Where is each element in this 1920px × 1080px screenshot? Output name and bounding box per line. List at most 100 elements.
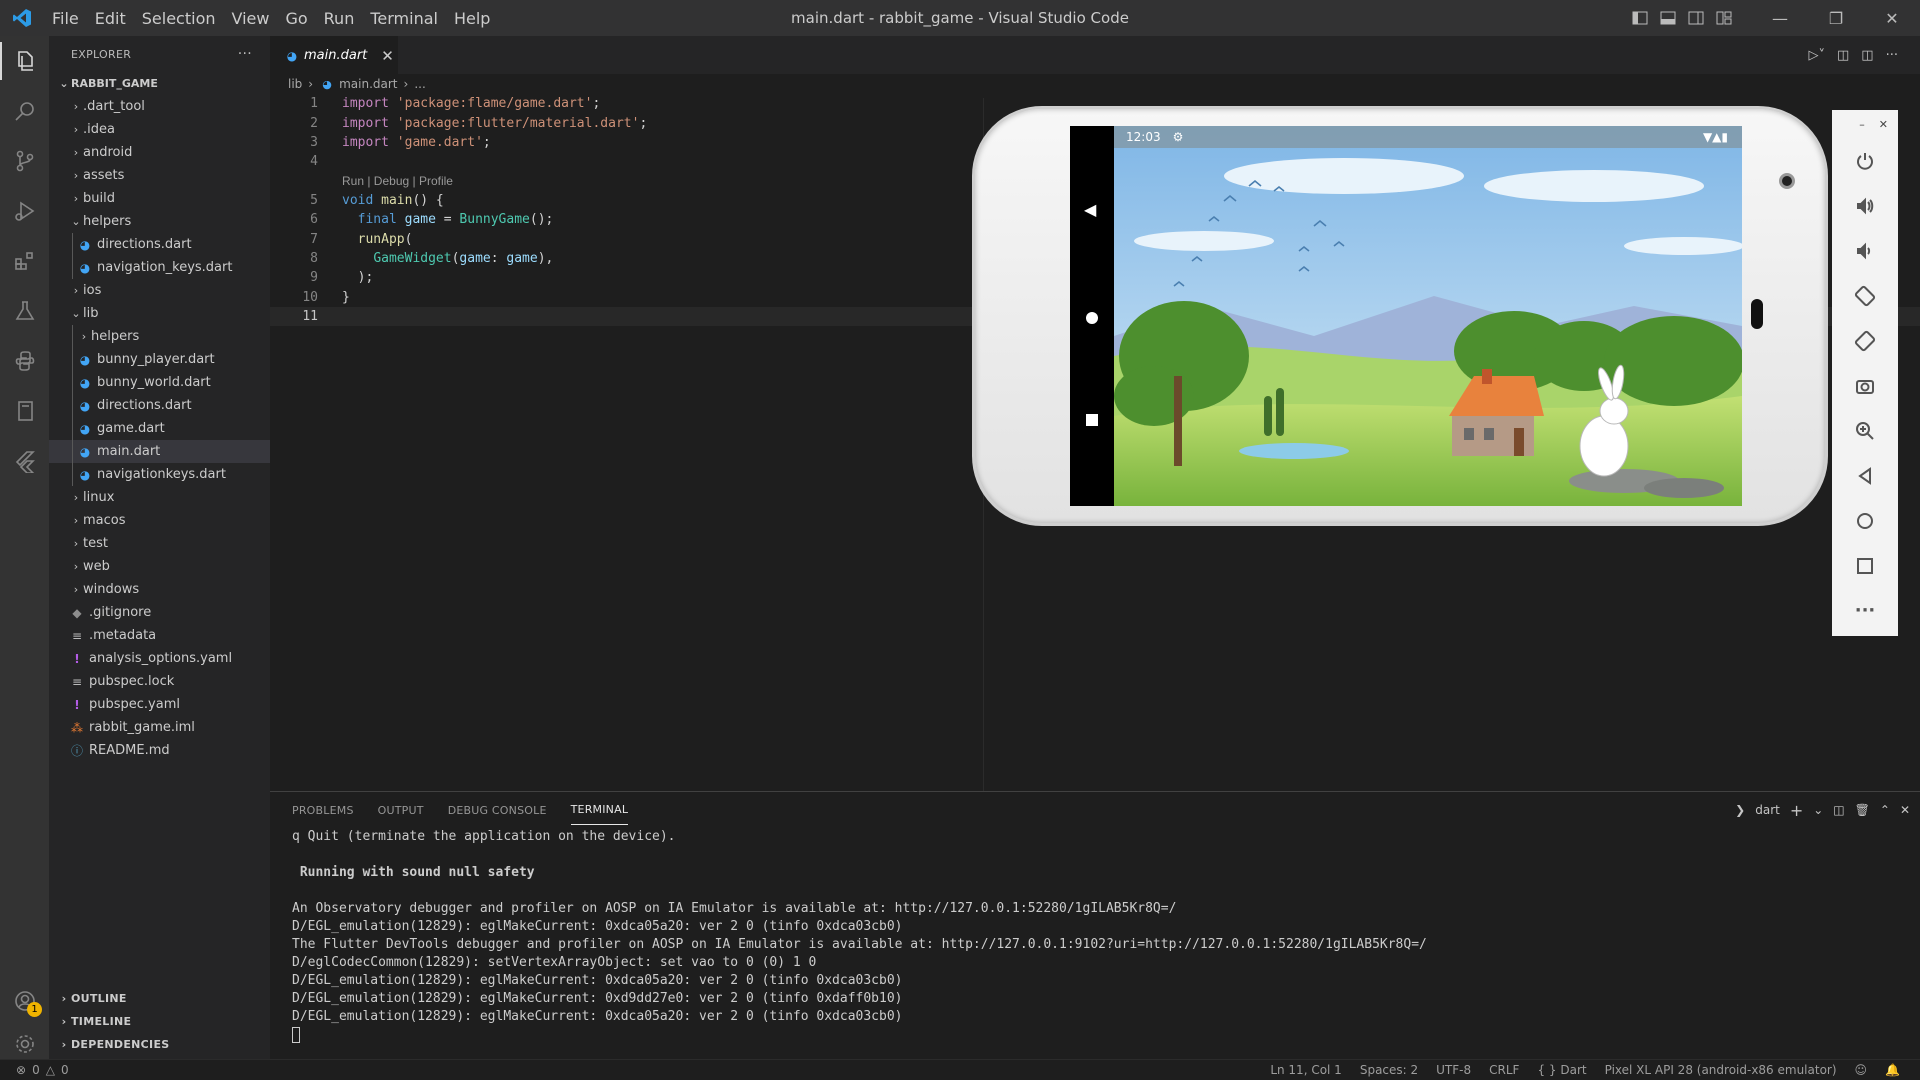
tree-folder[interactable]: › windows: [49, 578, 270, 601]
breadcrumb-lib[interactable]: lib: [288, 77, 302, 91]
tree-file[interactable]: ! analysis_options.yaml: [49, 647, 270, 670]
tree-folder[interactable]: ⌄ helpers: [49, 210, 270, 233]
tab-main-dart[interactable]: ◕ main.dart ✕: [270, 36, 398, 74]
tree-folder[interactable]: ⌄ lib: [49, 302, 270, 325]
menu-file[interactable]: File: [44, 9, 87, 28]
tab-problems[interactable]: PROBLEMS: [292, 796, 354, 825]
tab-output[interactable]: OUTPUT: [378, 796, 424, 825]
device-selector[interactable]: Pixel XL API 28 (android-x86 emulator): [1605, 1063, 1837, 1077]
tree-file[interactable]: ⓘ README.md: [49, 739, 270, 762]
feedback-icon[interactable]: ☺: [1855, 1063, 1868, 1077]
nav-home-icon[interactable]: [1086, 312, 1098, 324]
menu-view[interactable]: View: [224, 9, 278, 28]
rotate-right-icon[interactable]: [1832, 318, 1898, 363]
close-panel-icon[interactable]: ✕: [1900, 803, 1910, 817]
nav-back-icon[interactable]: ◀: [1084, 200, 1096, 219]
chevron-down-icon[interactable]: ⌄: [1813, 803, 1823, 817]
problems-status[interactable]: ⊗ 0 △ 0: [0, 1063, 69, 1077]
tree-folder[interactable]: › test: [49, 532, 270, 555]
run-debug-dropdown-icon[interactable]: ▷˅: [1809, 48, 1826, 63]
breadcrumb-symbol[interactable]: ...: [414, 77, 425, 91]
explorer-icon[interactable]: [0, 36, 49, 86]
game-canvas[interactable]: [1114, 126, 1742, 506]
open-device-icon[interactable]: ◫: [1837, 48, 1849, 63]
camera-icon[interactable]: [1832, 363, 1898, 408]
workspace-root[interactable]: ⌄ RABBIT_GAME: [49, 72, 270, 95]
menu-selection[interactable]: Selection: [134, 9, 224, 28]
menu-terminal[interactable]: Terminal: [362, 9, 446, 28]
emulator-close-icon[interactable]: ✕: [1879, 118, 1888, 131]
emulator-minimize-icon[interactable]: –: [1859, 118, 1865, 131]
encoding[interactable]: UTF-8: [1436, 1063, 1471, 1077]
tree-folder[interactable]: › ios: [49, 279, 270, 302]
zoom-icon[interactable]: [1832, 408, 1898, 453]
tree-folder[interactable]: › build: [49, 187, 270, 210]
volume-down-icon[interactable]: [1832, 228, 1898, 273]
more-actions-icon[interactable]: ···: [1886, 48, 1898, 63]
new-terminal-icon[interactable]: +: [1790, 801, 1803, 820]
breadcrumb-file[interactable]: main.dart: [339, 77, 397, 91]
tree-file[interactable]: ≡ pubspec.lock: [49, 670, 270, 693]
tree-file[interactable]: ≡ .metadata: [49, 624, 270, 647]
power-icon[interactable]: [1832, 138, 1898, 183]
tree-folder[interactable]: › assets: [49, 164, 270, 187]
cursor-position[interactable]: Ln 11, Col 1: [1270, 1063, 1342, 1077]
extensions-icon[interactable]: [0, 236, 49, 286]
section-outline[interactable]: › OUTLINE: [49, 987, 270, 1010]
tree-folder[interactable]: › macos: [49, 509, 270, 532]
trash-icon[interactable]: 🗑: [1855, 803, 1870, 817]
tree-file[interactable]: ◕ bunny_world.dart: [49, 371, 270, 394]
tree-file[interactable]: ◕ main.dart: [49, 440, 270, 463]
menu-help[interactable]: Help: [446, 9, 498, 28]
notebook-icon[interactable]: [0, 386, 49, 436]
section-timeline[interactable]: › TIMELINE: [49, 1010, 270, 1033]
toggle-panel-icon[interactable]: [1654, 0, 1682, 36]
run-debug-icon[interactable]: [0, 186, 49, 236]
split-terminal-icon[interactable]: ◫: [1833, 803, 1844, 817]
split-editor-icon[interactable]: ◫: [1861, 48, 1873, 63]
back-icon[interactable]: [1832, 453, 1898, 498]
terminal-output[interactable]: q Quit (terminate the application on the…: [270, 828, 1920, 1044]
tree-file[interactable]: ◕ navigationkeys.dart: [49, 463, 270, 486]
tree-file[interactable]: ◕ navigation_keys.dart: [49, 256, 270, 279]
emulator-screen[interactable]: 12:03 ⚙ ▼▲▮ ◀: [1070, 126, 1742, 506]
tab-debug-console[interactable]: DEBUG CONSOLE: [448, 796, 547, 825]
language-mode[interactable]: { } Dart: [1537, 1063, 1586, 1077]
testing-icon[interactable]: [0, 286, 49, 336]
notifications-bell-icon[interactable]: 🔔: [1885, 1063, 1900, 1077]
tab-close-icon[interactable]: ✕: [381, 47, 394, 65]
customize-layout-icon[interactable]: [1710, 0, 1738, 36]
maximize-panel-icon[interactable]: ⌃: [1880, 803, 1890, 817]
rotate-left-icon[interactable]: [1832, 273, 1898, 318]
tree-file[interactable]: ◕ game.dart: [49, 417, 270, 440]
tree-file[interactable]: ◕ directions.dart: [49, 233, 270, 256]
tree-folder[interactable]: › helpers: [49, 325, 270, 348]
flutter-icon[interactable]: [0, 436, 49, 486]
tree-folder[interactable]: › android: [49, 141, 270, 164]
menu-edit[interactable]: Edit: [87, 9, 134, 28]
line-endings[interactable]: CRLF: [1489, 1063, 1519, 1077]
section-dependencies[interactable]: › DEPENDENCIES: [49, 1033, 270, 1056]
menu-run[interactable]: Run: [316, 9, 363, 28]
toggle-primary-sidebar-icon[interactable]: [1626, 0, 1654, 36]
source-control-icon[interactable]: [0, 136, 49, 186]
menu-go[interactable]: Go: [277, 9, 315, 28]
more-actions-icon[interactable]: ···: [238, 46, 252, 62]
restore-icon[interactable]: ❐: [1808, 0, 1864, 36]
overview-icon[interactable]: [1832, 543, 1898, 588]
toggle-secondary-sidebar-icon[interactable]: [1682, 0, 1710, 36]
tree-file[interactable]: ◕ directions.dart: [49, 394, 270, 417]
tree-folder[interactable]: › web: [49, 555, 270, 578]
indentation[interactable]: Spaces: 2: [1360, 1063, 1418, 1077]
tree-file[interactable]: ◆ .gitignore: [49, 601, 270, 624]
close-icon[interactable]: ✕: [1864, 0, 1920, 36]
tree-file[interactable]: ⁂ rabbit_game.iml: [49, 716, 270, 739]
more-icon[interactable]: ···: [1832, 588, 1898, 633]
tree-folder[interactable]: › .dart_tool: [49, 95, 270, 118]
home-icon[interactable]: [1832, 498, 1898, 543]
tree-file[interactable]: ! pubspec.yaml: [49, 693, 270, 716]
python-icon[interactable]: [0, 336, 49, 386]
tab-terminal[interactable]: TERMINAL: [570, 795, 629, 825]
tree-folder[interactable]: › .idea: [49, 118, 270, 141]
tree-file[interactable]: ◕ bunny_player.dart: [49, 348, 270, 371]
